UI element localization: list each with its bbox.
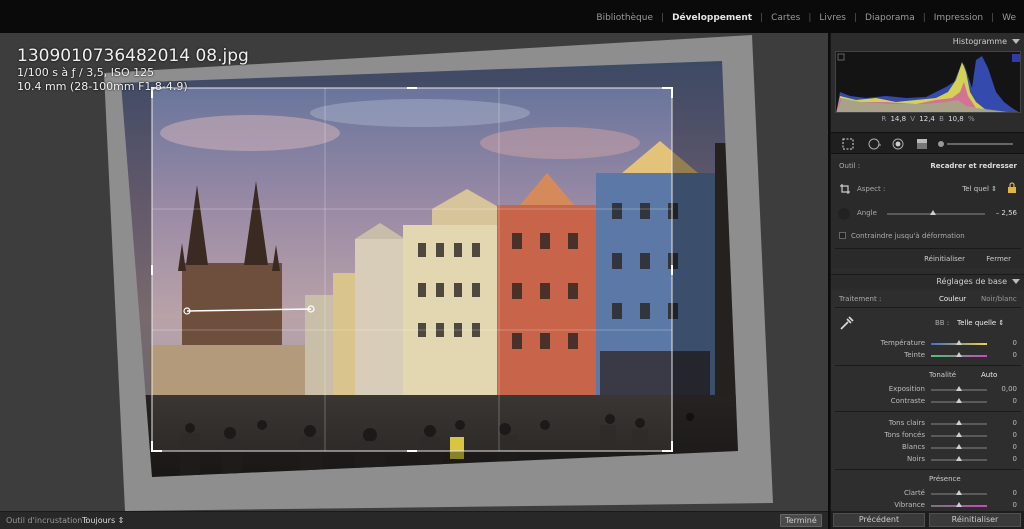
- bw-option[interactable]: Noir/blanc: [981, 295, 1017, 303]
- spot-removal-icon[interactable]: [867, 137, 881, 151]
- highlights-slider[interactable]: [931, 420, 987, 425]
- shadows-label: Tons foncés: [884, 431, 925, 439]
- basic-section: Traitement : Couleur Noir/blanc BB : Tel…: [831, 291, 1024, 529]
- aspect-label: Aspect :: [857, 185, 886, 193]
- angle-slider[interactable]: [887, 210, 985, 215]
- angle-slider-thumb[interactable]: [930, 210, 937, 215]
- crop-tool-icon[interactable]: [841, 137, 855, 151]
- temperature-value: 0: [1012, 339, 1017, 347]
- bottom-toolbar: Outil d'incrustation : Toujours ⇕ Termin…: [0, 511, 828, 529]
- adjustment-brush-icon[interactable]: [937, 137, 1017, 151]
- module-tab[interactable]: Développement: [664, 13, 760, 23]
- blacks-slider[interactable]: [931, 456, 987, 461]
- clarity-value: 0: [1012, 489, 1017, 497]
- wb-select[interactable]: Telle quelle ⇕: [957, 319, 1004, 327]
- collapse-icon[interactable]: [1012, 279, 1020, 284]
- red-eye-icon[interactable]: [891, 137, 905, 151]
- panel-footer: Précédent Réinitialiser: [831, 511, 1024, 529]
- crop-section: Outil : Recadrer et redresser Aspect : T…: [831, 158, 1024, 268]
- aspect-select[interactable]: Tel quel ⇕: [962, 185, 997, 193]
- module-picker: Bibliothèque | Développement | Cartes | Livres…: [588, 13, 1024, 23]
- treatment-label: Traitement :: [839, 295, 882, 303]
- contrast-label: Contraste: [890, 397, 925, 405]
- photo-filename: 1309010736482014 08.jpg: [17, 46, 249, 66]
- graduated-filter-icon[interactable]: [915, 137, 929, 151]
- temperature-slider[interactable]: [931, 340, 987, 345]
- blacks-label: Noirs: [907, 455, 925, 463]
- histogram-values: R 14,8 V 12,4 B 10,8 %: [881, 115, 975, 123]
- tint-value: 0: [1012, 351, 1017, 359]
- exposure-slider[interactable]: [931, 386, 987, 391]
- reset-all-button[interactable]: Réinitialiser: [929, 513, 1021, 527]
- exposure-value: 0,00: [1001, 385, 1017, 393]
- overlay-tool-label: Outil d'incrustation :: [6, 516, 88, 525]
- white-balance-picker-icon[interactable]: [839, 315, 855, 331]
- whites-value: 0: [1012, 443, 1017, 451]
- clarity-label: Clarté: [903, 489, 925, 497]
- vibrance-slider[interactable]: [931, 502, 987, 507]
- photo-canvas[interactable]: [0, 33, 828, 511]
- shadows-value: 0: [1012, 431, 1017, 439]
- tone-label: Tonalité: [929, 371, 957, 379]
- vibrance-value: 0: [1012, 501, 1017, 509]
- tool-name: Recadrer et redresser: [930, 162, 1017, 170]
- histogram-header[interactable]: Histogramme: [831, 35, 1024, 49]
- wb-label: BB :: [935, 319, 950, 327]
- shadows-slider[interactable]: [931, 432, 987, 437]
- exposure-label: Exposition: [888, 385, 925, 393]
- photo-image: [121, 61, 738, 477]
- develop-panel: Histogramme R 14,8 V 12,4 B 10,8 % Outil…: [830, 33, 1024, 529]
- previous-button[interactable]: Précédent: [833, 513, 925, 527]
- module-tab[interactable]: Livres: [811, 13, 854, 23]
- temperature-label: Température: [880, 339, 925, 347]
- contrast-value: 0: [1012, 397, 1017, 405]
- highlights-label: Tons clairs: [888, 419, 925, 427]
- module-tab[interactable]: Impression: [926, 13, 991, 23]
- tint-slider[interactable]: [931, 352, 987, 357]
- photo-exposure: 1/100 s à ƒ / 3,5, ISO 125: [17, 66, 155, 79]
- basic-title: Réglages de base: [936, 277, 1007, 286]
- photo-lens: 10.4 mm (28-100mm F1.8-4.9): [17, 80, 188, 93]
- contrast-slider[interactable]: [931, 398, 987, 403]
- highlights-value: 0: [1012, 419, 1017, 427]
- tool-strip: [831, 132, 1024, 154]
- whites-slider[interactable]: [931, 444, 987, 449]
- tool-label: Outil :: [839, 162, 861, 170]
- collapse-icon[interactable]: [1012, 39, 1020, 44]
- whites-label: Blancs: [902, 443, 925, 451]
- angle-label: Angle: [857, 209, 877, 217]
- photo-workspace: 1309010736482014 08.jpg 1/100 s à ƒ / 3,…: [0, 33, 828, 511]
- crop-divider: [835, 248, 1021, 249]
- lock-icon[interactable]: [1007, 182, 1017, 194]
- photo-info-overlay: 1309010736482014 08.jpg 1/100 s à ƒ / 3,…: [17, 46, 249, 94]
- crop-angle-icon[interactable]: [839, 183, 851, 195]
- module-tab[interactable]: We: [994, 13, 1024, 23]
- clarity-slider[interactable]: [931, 490, 987, 495]
- histogram: [835, 51, 1021, 113]
- done-button[interactable]: Terminé: [780, 514, 822, 527]
- auto-button[interactable]: Auto: [981, 371, 997, 379]
- straighten-tool-icon[interactable]: [837, 207, 851, 221]
- module-tab[interactable]: Bibliothèque: [588, 13, 661, 23]
- blacks-value: 0: [1012, 455, 1017, 463]
- module-tab[interactable]: Cartes: [763, 13, 808, 23]
- color-option[interactable]: Couleur: [939, 295, 966, 303]
- histogram-title: Histogramme: [952, 37, 1007, 46]
- crop-close-button[interactable]: Fermer: [986, 255, 1011, 263]
- overlay-tool-select[interactable]: Toujours ⇕: [82, 516, 124, 525]
- constrain-checkbox[interactable]: [839, 232, 846, 239]
- tint-label: Teinte: [904, 351, 925, 359]
- module-bar: Bibliothèque | Développement | Cartes | Livres…: [0, 0, 1024, 33]
- module-tab[interactable]: Diaporama: [857, 13, 923, 23]
- angle-value: – 2,56: [995, 209, 1017, 217]
- presence-label: Présence: [929, 475, 961, 483]
- constrain-label: Contraindre jusqu'à déformation: [851, 232, 965, 240]
- vibrance-label: Vibrance: [894, 501, 925, 509]
- crop-reset-button[interactable]: Réinitialiser: [924, 255, 965, 263]
- basic-header[interactable]: Réglages de base: [831, 274, 1024, 288]
